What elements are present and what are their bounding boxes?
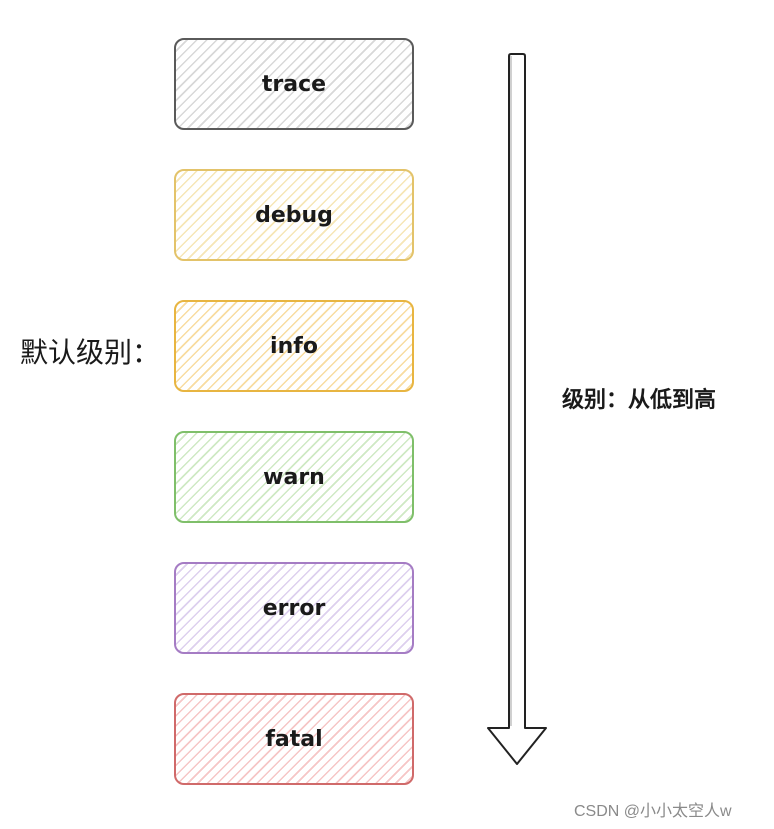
level-box-info: info: [174, 300, 414, 392]
level-label: error: [262, 595, 326, 621]
level-label: trace: [261, 71, 327, 97]
level-box-warn: warn: [174, 431, 414, 523]
level-label: info: [270, 333, 318, 359]
level-label: warn: [263, 464, 325, 490]
down-arrow-icon: [487, 53, 547, 765]
watermark: CSDN @小小太空人w: [574, 803, 732, 820]
level-label: debug: [255, 202, 333, 228]
level-order-caption: 级别：从低到高: [562, 388, 717, 413]
level-box-trace: trace: [174, 38, 414, 130]
level-label: fatal: [265, 726, 323, 752]
default-level-label: 默认级别：: [20, 336, 161, 369]
level-box-debug: debug: [174, 169, 414, 261]
level-box-error: error: [174, 562, 414, 654]
level-box-fatal: fatal: [174, 693, 414, 785]
